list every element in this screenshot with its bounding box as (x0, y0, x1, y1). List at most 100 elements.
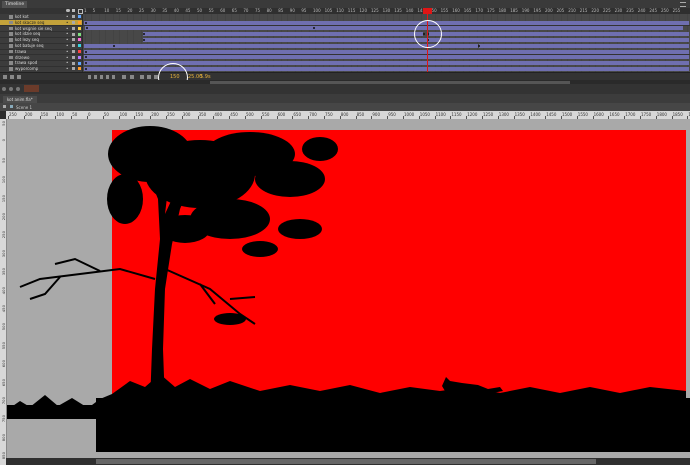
ruler-label: 450 (230, 111, 238, 117)
onion-outline-icon[interactable] (147, 74, 151, 79)
scene-artwork[interactable] (0, 119, 690, 465)
go-to-first-frame-icon[interactable] (88, 74, 91, 79)
visibility-dot-icon[interactable]: • (66, 60, 68, 66)
step-forward-icon[interactable] (106, 74, 109, 79)
lock-toggle-icon[interactable] (72, 38, 75, 42)
frame-number: 155 (440, 8, 449, 13)
visibility-dot-icon[interactable]: • (66, 55, 68, 61)
layer-name[interactable]: kot skacze seq (15, 20, 44, 26)
elapsed-time-field[interactable]: 5.9s (200, 74, 211, 80)
lock-toggle-icon[interactable] (72, 61, 75, 65)
document-tab[interactable]: kot anim.fla* (3, 96, 37, 103)
motion-tween-span[interactable] (84, 55, 689, 60)
visibility-dot-icon[interactable]: • (66, 37, 68, 43)
layer-name[interactable]: trawa spod (15, 60, 37, 66)
visibility-dot-icon[interactable]: • (66, 14, 68, 20)
visibility-dot-icon[interactable]: • (66, 49, 68, 55)
stage-scrollbar[interactable] (6, 458, 690, 465)
frame-number: 100 (313, 8, 321, 13)
back-arrow-icon[interactable] (3, 105, 6, 108)
lock-toggle-icon[interactable] (72, 67, 75, 71)
frame-number: 245 (649, 8, 658, 13)
keyframe[interactable] (85, 50, 87, 53)
visibility-dot-icon[interactable]: • (66, 66, 68, 72)
ruler-label: 1450 (546, 111, 557, 117)
ruler-label: 250 (167, 111, 175, 117)
layer-color-swatch[interactable] (78, 38, 81, 42)
frame-number: 215 (579, 8, 588, 13)
lock-toggle-icon[interactable] (72, 50, 75, 54)
go-to-last-frame-icon[interactable] (112, 74, 115, 79)
center-frame-icon[interactable] (130, 74, 134, 79)
timeline-tab[interactable]: Timeline (2, 1, 28, 8)
scene-label[interactable]: Scene 1 (16, 105, 32, 110)
ruler-label: 850 (356, 111, 365, 117)
keyframe[interactable] (143, 38, 145, 41)
visibility-dot-icon[interactable]: • (66, 43, 68, 49)
lock-toggle-icon[interactable] (72, 26, 75, 30)
motion-tween-span[interactable] (85, 26, 683, 31)
keyframe[interactable] (85, 67, 87, 70)
loop-icon[interactable] (122, 74, 126, 79)
panel-menu-icon[interactable] (680, 2, 686, 7)
layer-name[interactable]: kot idzie seq (15, 31, 40, 37)
minimize-icon[interactable] (9, 86, 13, 91)
step-back-icon[interactable] (94, 74, 97, 79)
layer-color-swatch[interactable] (78, 26, 81, 30)
layer-color-swatch[interactable] (78, 21, 81, 25)
frame-number: 75 (255, 8, 261, 13)
motion-tween-span[interactable] (143, 32, 423, 37)
layer-icon (9, 61, 13, 65)
annotation-circle-playhead (414, 20, 442, 48)
ruler-label: 1550 (577, 111, 588, 117)
layer-name[interactable]: kot lezy seq (15, 37, 39, 43)
lock-toggle-icon[interactable] (72, 21, 75, 25)
scrollbar-thumb[interactable] (96, 459, 596, 464)
keyframe[interactable] (85, 21, 87, 24)
play-icon[interactable] (100, 74, 103, 79)
layer-name[interactable]: wyporcomp (15, 66, 38, 72)
visibility-dot-icon[interactable]: • (66, 26, 68, 32)
ruler-label: 300 (182, 111, 191, 117)
delete-layer-icon[interactable] (17, 74, 21, 79)
layer-color-swatch[interactable] (78, 44, 81, 48)
motion-tween-span[interactable] (84, 49, 689, 54)
layer-name[interactable]: drzewo (15, 55, 29, 61)
layer-name[interactable]: kot kot (15, 14, 29, 20)
ruler-label: 1250 (483, 111, 494, 117)
keyframe[interactable] (478, 44, 480, 47)
lock-toggle-icon[interactable] (72, 55, 75, 59)
layer-name[interactable]: kot wsgnie sie seq (15, 26, 52, 32)
layer-icon (9, 55, 13, 60)
ruler-label: 1700 (625, 111, 636, 117)
motion-tween-span[interactable] (429, 32, 689, 37)
layer-icon (9, 44, 13, 48)
lock-toggle-icon[interactable] (72, 15, 75, 19)
motion-tween-span[interactable] (479, 43, 689, 48)
onion-skin-icon[interactable] (140, 74, 144, 79)
layer-color-swatch[interactable] (78, 15, 81, 19)
layer-color-swatch[interactable] (78, 55, 81, 59)
layer-color-swatch[interactable] (78, 50, 81, 54)
maximize-icon[interactable] (16, 86, 20, 91)
new-folder-icon[interactable] (10, 74, 14, 79)
tree-canopy (107, 126, 338, 325)
lock-toggle-icon[interactable] (72, 44, 75, 48)
keyframe[interactable] (113, 44, 115, 47)
layer-color-swatch[interactable] (78, 32, 81, 36)
close-icon[interactable] (2, 86, 6, 91)
layer-name[interactable]: trawa (15, 49, 26, 55)
motion-tween-span[interactable] (84, 20, 689, 25)
lock-icon[interactable] (72, 9, 75, 12)
frame-number: 195 (533, 8, 542, 13)
layer-icon (9, 32, 13, 36)
new-layer-icon[interactable] (3, 74, 7, 79)
eye-icon[interactable] (66, 9, 70, 12)
visibility-dot-icon[interactable]: • (66, 31, 68, 37)
layer-name[interactable]: kot batuje seq (15, 43, 43, 49)
lock-toggle-icon[interactable] (72, 32, 75, 36)
visibility-dot-icon[interactable]: • (66, 20, 68, 26)
layer-color-swatch[interactable] (78, 67, 81, 71)
layer-color-swatch[interactable] (78, 61, 81, 65)
frame-number: 110 (336, 8, 344, 13)
